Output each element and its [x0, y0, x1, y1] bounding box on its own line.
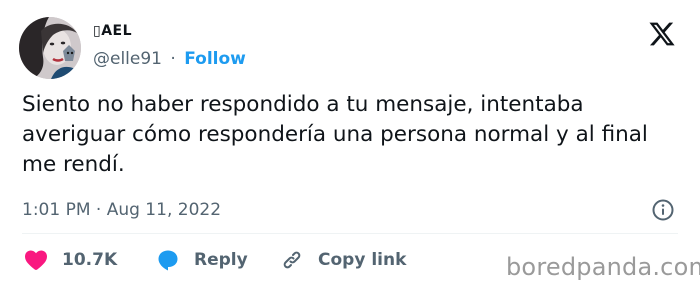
copy-link-label: Copy link	[318, 250, 407, 270]
follow-button[interactable]: Follow	[184, 49, 246, 69]
like-button[interactable]: 10.7K	[24, 247, 117, 273]
watermark: boredpanda.com	[506, 253, 700, 281]
handle-row: @elle91 · Follow	[93, 49, 246, 69]
user-handle[interactable]: @elle91	[93, 49, 162, 69]
tweet-timestamp[interactable]: 1:01 PM · Aug 11, 2022	[22, 200, 221, 220]
link-icon	[283, 251, 301, 269]
display-name[interactable]: ▯AEL	[93, 23, 132, 39]
info-icon[interactable]	[651, 198, 675, 222]
separator-dot: ·	[170, 49, 176, 69]
reply-bubble-icon	[158, 250, 178, 271]
reply-label: Reply	[194, 250, 248, 270]
tweet-text: Siento no haber respondido a tu mensaje,…	[22, 92, 648, 177]
like-count: 10.7K	[62, 250, 118, 270]
divider	[22, 233, 678, 234]
heart-icon	[25, 250, 47, 270]
copy-link-button[interactable]: Copy link	[280, 247, 406, 273]
reply-button[interactable]: Reply	[156, 247, 248, 273]
x-logo-icon[interactable]	[648, 20, 676, 48]
avatar[interactable]	[19, 17, 81, 79]
